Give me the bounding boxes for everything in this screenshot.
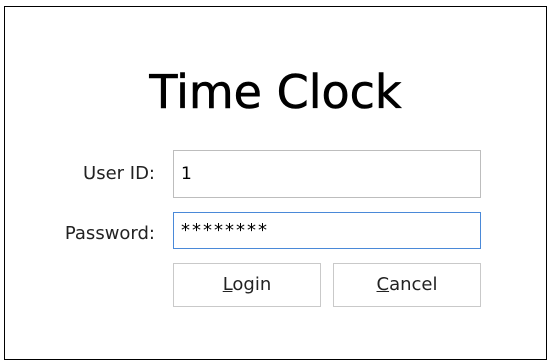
time-clock-window: Time Clock User ID: Password: Login Canc… (4, 6, 547, 360)
password-input[interactable] (173, 212, 481, 249)
app-title: Time Clock (149, 65, 402, 119)
login-mnemonic: L (222, 274, 233, 295)
user-id-label: User ID: (83, 163, 155, 184)
cancel-mnemonic: C (376, 274, 390, 295)
password-label: Password: (64, 223, 155, 244)
user-id-input[interactable] (173, 150, 481, 198)
cancel-label-rest: ancel (389, 274, 438, 295)
login-label-rest: ogin (232, 274, 272, 295)
login-button[interactable]: Login (173, 263, 321, 307)
cancel-button[interactable]: Cancel (333, 263, 481, 307)
